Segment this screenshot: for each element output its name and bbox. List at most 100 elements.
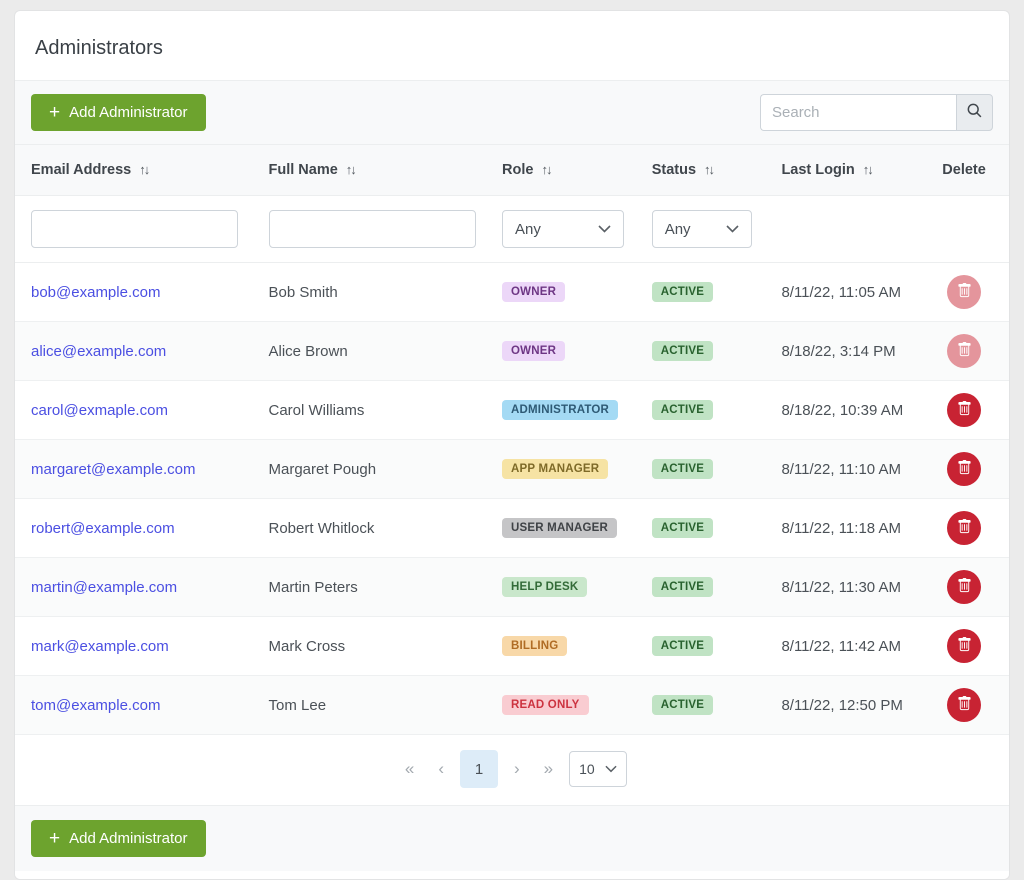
trash-icon [957, 578, 972, 596]
delete-button[interactable] [947, 393, 981, 427]
add-administrator-label: Add Administrator [69, 830, 187, 847]
email-link[interactable]: mark@example.com [31, 638, 169, 655]
email-link[interactable]: robert@example.com [31, 520, 175, 537]
column-header-name[interactable]: Full Name ↑↓ [269, 162, 503, 178]
role-badge: APP MANAGER [502, 459, 608, 479]
page-size-value: 10 [579, 761, 595, 777]
last-page-button[interactable]: » [536, 755, 561, 783]
chevron-down-icon [726, 222, 739, 236]
delete-cell [935, 452, 993, 486]
name-filter-input[interactable] [269, 210, 476, 248]
email-link[interactable]: alice@example.com [31, 343, 166, 360]
column-header-login[interactable]: Last Login↑↓ [781, 162, 935, 178]
email-filter-input[interactable] [31, 210, 238, 248]
status-badge: ACTIVE [652, 577, 713, 597]
role-badge: OWNER [502, 282, 565, 302]
role-filter-select[interactable]: Any [502, 210, 624, 248]
column-header-status[interactable]: Status↑↓ [652, 162, 782, 178]
add-administrator-label: Add Administrator [69, 104, 187, 121]
last-login-cell: 8/11/22, 11:30 AM [781, 579, 935, 596]
plus-icon: + [49, 106, 60, 120]
status-cell: ACTIVE [652, 518, 782, 538]
trash-icon [957, 401, 972, 419]
plus-icon: + [49, 832, 60, 846]
prev-page-button[interactable]: ‹ [430, 755, 452, 783]
status-filter-value: Any [665, 221, 691, 238]
filter-row: Any Any [15, 196, 1009, 263]
email-link[interactable]: tom@example.com [31, 697, 160, 714]
pagination: « ‹ 1 › » 10 [15, 735, 1009, 805]
next-page-button[interactable]: › [506, 755, 528, 783]
status-cell: ACTIVE [652, 282, 782, 302]
column-header-role[interactable]: Role ↑↓ [502, 162, 652, 178]
email-link[interactable]: carol@exmaple.com [31, 402, 168, 419]
delete-cell [935, 570, 993, 604]
table-row: carol@exmaple.com Carol WilliamsADMINISTR… [15, 381, 1009, 440]
table-row: margaret@example.com Margaret PoughAPP MA… [15, 440, 1009, 499]
delete-cell [935, 275, 993, 309]
delete-button[interactable] [947, 570, 981, 604]
email-cell: alice@example.com [31, 343, 269, 360]
last-login-cell: 8/11/22, 11:10 AM [781, 461, 935, 478]
status-filter-select[interactable]: Any [652, 210, 752, 248]
role-cell: ADMINISTRATOR [502, 400, 652, 420]
column-label: Role [502, 162, 533, 178]
add-administrator-button[interactable]: + Add Administrator [31, 94, 206, 131]
email-link[interactable]: martin@example.com [31, 579, 177, 596]
page-size-select[interactable]: 10 [569, 751, 627, 787]
delete-cell [935, 393, 993, 427]
add-administrator-button-bottom[interactable]: + Add Administrator [31, 820, 206, 857]
page-title: Administrators [15, 11, 1009, 80]
first-page-button[interactable]: « [397, 755, 422, 783]
role-badge: READ ONLY [502, 695, 588, 715]
email-link[interactable]: margaret@example.com [31, 461, 195, 478]
role-badge: OWNER [502, 341, 565, 361]
column-header-email[interactable]: Email Address↑↓ [31, 162, 269, 178]
email-cell: martin@example.com [31, 579, 269, 596]
role-cell: READ ONLY [502, 695, 652, 715]
last-login-cell: 8/18/22, 3:14 PM [781, 343, 935, 360]
administrators-card: Administrators + Add Administrator Email… [14, 10, 1010, 880]
sort-icon[interactable]: ↑↓ [541, 162, 550, 177]
sort-icon[interactable]: ↑↓ [346, 162, 355, 177]
role-badge: USER MANAGER [502, 518, 617, 538]
email-cell: robert@example.com [31, 520, 269, 537]
sort-icon[interactable]: ↑↓ [704, 162, 713, 177]
full-name-cell: Margaret Pough [269, 461, 503, 478]
full-name-cell: Robert Whitlock [269, 520, 503, 537]
email-cell: carol@exmaple.com [31, 402, 269, 419]
table-row: bob@example.comBob SmithOWNERACTIVE8/11/… [15, 263, 1009, 322]
full-name-cell: Mark Cross [269, 638, 503, 655]
search-input[interactable] [760, 94, 956, 131]
search-button[interactable] [956, 94, 993, 131]
delete-cell [935, 511, 993, 545]
current-page-button[interactable]: 1 [460, 750, 498, 788]
email-cell: mark@example.com [31, 638, 269, 655]
delete-button[interactable] [947, 629, 981, 663]
table-header-row: Email Address↑↓Full Name↑↓Role↑↓Status↑↓… [15, 144, 1009, 196]
search-icon [966, 102, 983, 124]
status-cell: ACTIVE [652, 636, 782, 656]
sort-icon[interactable]: ↑↓ [139, 162, 148, 177]
delete-cell [935, 629, 993, 663]
table-row: robert@example.com Robert WhitlockUSER MA… [15, 499, 1009, 558]
name-filter-cell [269, 210, 503, 248]
status-badge: ACTIVE [652, 282, 713, 302]
table-row: alice@example.comAlice BrownOWNERACTIVE8… [15, 322, 1009, 381]
delete-button[interactable] [947, 452, 981, 486]
delete-button[interactable] [947, 688, 981, 722]
full-name-cell: Martin Peters [269, 579, 503, 596]
column-label: Full Name [269, 162, 338, 178]
email-cell: tom@example.com [31, 697, 269, 714]
delete-button[interactable] [947, 511, 981, 545]
trash-icon [957, 283, 972, 301]
email-link[interactable]: bob@example.com [31, 284, 160, 301]
status-badge: ACTIVE [652, 518, 713, 538]
chevron-down-icon [605, 762, 617, 776]
role-cell: OWNER [502, 282, 652, 302]
sort-icon[interactable]: ↑↓ [863, 162, 872, 177]
trash-icon [957, 696, 972, 714]
full-name-cell: Carol Williams [269, 402, 503, 419]
status-badge: ACTIVE [652, 636, 713, 656]
last-login-cell: 8/11/22, 11:42 AM [781, 638, 935, 655]
